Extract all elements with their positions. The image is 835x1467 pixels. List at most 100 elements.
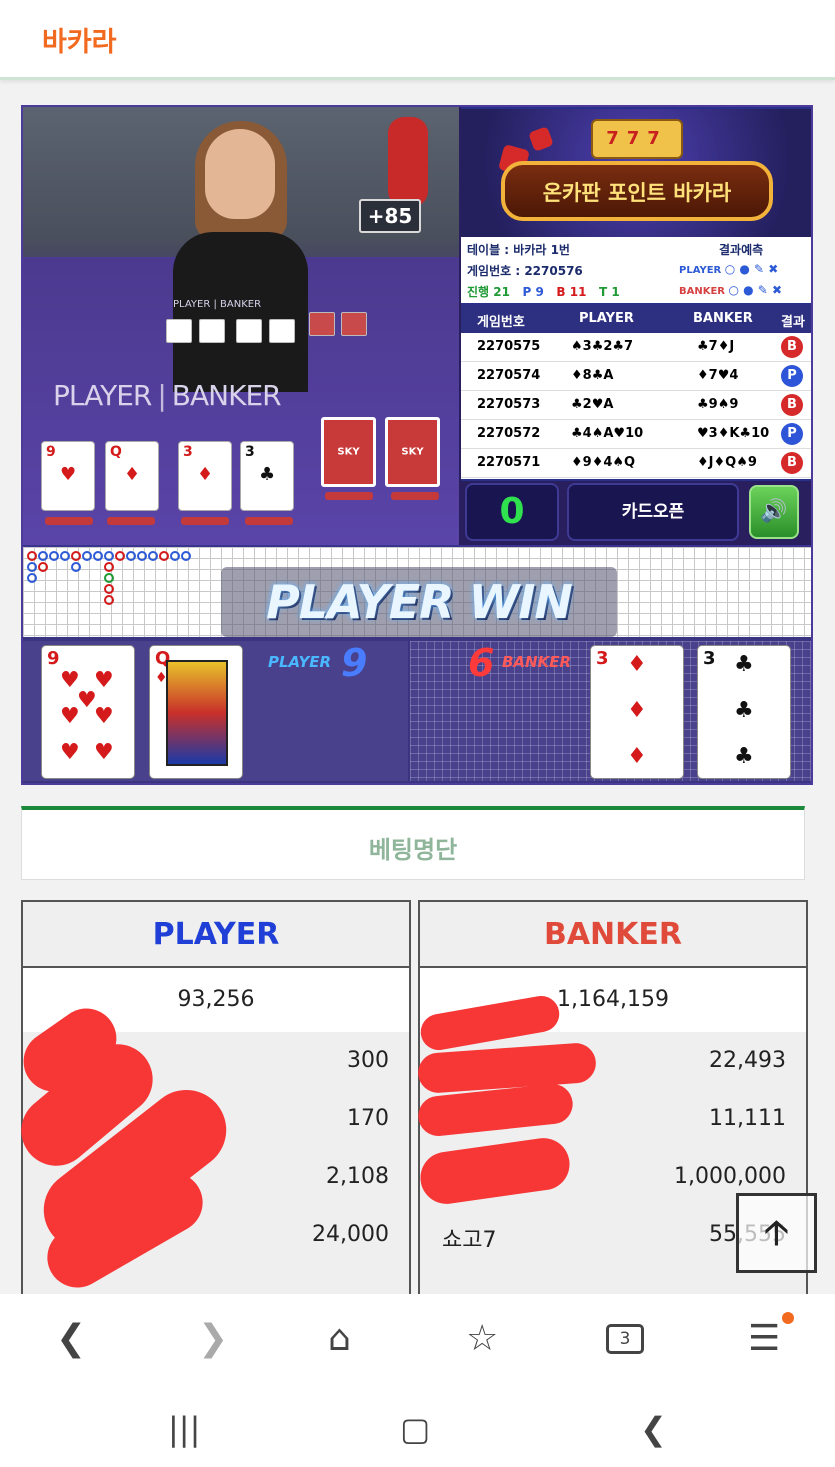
prediction-icons: ○ ● ✎ ✖ [724, 262, 779, 276]
mini-card [236, 319, 262, 343]
arrow-up-icon[interactable]: 🡡 [736, 1193, 817, 1273]
mini-card-back [341, 312, 367, 336]
mini-card-back [309, 312, 335, 336]
banker-card: 3 ♣ ♣ ♣ [697, 645, 791, 779]
road-bead [82, 551, 92, 561]
felt-label: PLAYER | BANKER [53, 379, 282, 412]
table-row: 2270571 ♦9♦4♠Q ♦J♦Q♠9 B [461, 449, 811, 478]
result-area: 9 ♥ ♥ ♥ ♥ ♥ ♥ ♥ Q ♦ PLAYER 9 6 BANKER 3 … [23, 637, 811, 783]
star-list-icon[interactable]: ☆ [466, 1318, 498, 1359]
prediction-title: 결과예측 [719, 243, 764, 257]
notification-dot [782, 1312, 794, 1324]
prediction-banker-row[interactable]: BANKER ○ ● ✎ ✖ [679, 283, 782, 297]
player-result: 9 ♥ ♥ ♥ ♥ ♥ ♥ ♥ Q ♦ PLAYER 9 [23, 641, 408, 781]
table-info: 테이블 : 바카라 1번 게임번호 : 2270576 진행 21 P 9 B … [461, 237, 811, 303]
system-nav: ||| ▢ ❮ [0, 1394, 835, 1467]
dealer-face [205, 129, 275, 219]
road-bead [27, 562, 37, 572]
card-tray [45, 517, 93, 525]
game-controls: 0 카드오픈 🔊 [461, 481, 811, 545]
road-bead [60, 551, 70, 561]
history-header: 게임번호 PLAYER BANKER 결과 [461, 305, 811, 333]
queen-face [166, 660, 228, 766]
table-card: 3 ♦ [178, 441, 232, 511]
table-card: 3 ♣ [240, 441, 294, 511]
viewer-count-badge: +85 [359, 199, 421, 233]
road-bead [27, 573, 37, 583]
table-card: 9 ♥ [41, 441, 95, 511]
countdown-display: 0 [465, 483, 559, 541]
background-person [388, 117, 428, 207]
banker-score-label: BANKER [502, 653, 572, 671]
road-bead [104, 595, 114, 605]
menu-icon[interactable]: ☰ [748, 1318, 780, 1359]
mini-card [166, 319, 192, 343]
recent-apps-icon[interactable]: ||| [168, 1410, 200, 1448]
road-bead [38, 562, 48, 572]
result-badge: P [781, 423, 803, 445]
banker-card: 3 ♦ ♦ ♦ [590, 645, 684, 779]
result-badge: P [781, 365, 803, 387]
road-bead [71, 562, 81, 572]
player-card: Q ♦ [149, 645, 243, 779]
road-bead [137, 551, 147, 561]
card-tray [325, 492, 373, 500]
mini-card [269, 319, 295, 343]
banker-column-header: BANKER [420, 902, 806, 968]
road-bead [27, 551, 37, 561]
tabs-icon[interactable]: 3 [606, 1324, 644, 1354]
road-bead [126, 551, 136, 561]
browser-toolbar: ❮ ❯ ⌂ ☆ 3 ☰ [0, 1294, 835, 1394]
dealer-body [173, 232, 308, 392]
chevron-left-icon[interactable]: ❮ [56, 1318, 86, 1359]
banner-plate: 온카판 포인트 바카라 [501, 161, 773, 221]
banner-text: 온카판 포인트 바카라 [542, 181, 732, 205]
card-tray [391, 492, 439, 500]
home-icon[interactable]: ⌂ [328, 1318, 351, 1359]
road-bead [104, 573, 114, 583]
home-button-icon[interactable]: ▢ [400, 1410, 430, 1448]
history-table: 게임번호 PLAYER BANKER 결과 2270575 ♠3♣2♣7 ♣7♦J B… [461, 305, 811, 479]
card-back: SKY [385, 417, 440, 487]
bet-list-title[interactable]: 베팅명단 [22, 830, 804, 865]
road-bead [104, 562, 114, 572]
road-bead [148, 551, 158, 561]
table-row: 2270575 ♠3♣2♣7 ♣7♦J B [461, 333, 811, 362]
road-bead [115, 551, 125, 561]
sound-icon[interactable]: 🔊 [749, 485, 799, 539]
dice-icon [528, 126, 554, 152]
game-number: 게임번호 : 2270576 [467, 264, 583, 278]
felt-small-label: PLAYER | BANKER [173, 299, 262, 310]
road-bead [104, 584, 114, 594]
progress-stats: 진행 21 P 9 B 11 T 1 [467, 285, 620, 299]
table-row: 2270573 ♣2♥A ♣9♠9 B [461, 391, 811, 420]
table-row: 2270572 ♣4♠A♥10 ♥3♦K♣10 P [461, 420, 811, 449]
game-panel: +85 PLAYER | BANKER PLAYER | BANKER 9 ♥ Q ♦ … [21, 105, 813, 785]
prediction-icons: ○ ● ✎ ✖ [728, 283, 783, 297]
player-score: 9 [341, 641, 368, 685]
road-bead [170, 551, 180, 561]
road-bead [159, 551, 169, 561]
result-badge: B [781, 336, 803, 358]
bet-list-header: 베팅명단 [21, 806, 805, 880]
promo-banner[interactable]: 777 온카판 포인트 바카라 [461, 109, 811, 237]
app-bar: 바카라 [0, 0, 835, 80]
player-score-label: PLAYER [268, 653, 332, 671]
result-badge: B [781, 452, 803, 474]
side-panel: 777 온카판 포인트 바카라 테이블 : 바카라 1번 게임번호 : 2270… [461, 107, 811, 545]
player-card: 9 ♥ ♥ ♥ ♥ ♥ ♥ ♥ [41, 645, 135, 779]
page-title[interactable]: 바카라 [42, 20, 117, 59]
chevron-right-icon[interactable]: ❯ [198, 1318, 228, 1359]
live-video: +85 PLAYER | BANKER PLAYER | BANKER 9 ♥ Q ♦ … [23, 107, 459, 545]
card-tray [107, 517, 155, 525]
back-icon[interactable]: ❮ [640, 1410, 667, 1448]
win-banner: PLAYER WIN [221, 567, 617, 637]
banker-result: 6 BANKER 3 ♦ ♦ ♦ 3 ♣ ♣ ♣ [410, 641, 811, 781]
prediction-player-row[interactable]: PLAYER ○ ● ✎ ✖ [679, 262, 778, 276]
banker-score: 6 [468, 641, 495, 685]
card-open-button[interactable]: 카드오픈 [567, 483, 739, 541]
slot-machine-icon: 777 [591, 119, 683, 159]
table-row: 2270574 ♦8♣A ♦7♥4 P [461, 362, 811, 391]
mini-card [199, 319, 225, 343]
road-bead [181, 551, 191, 561]
